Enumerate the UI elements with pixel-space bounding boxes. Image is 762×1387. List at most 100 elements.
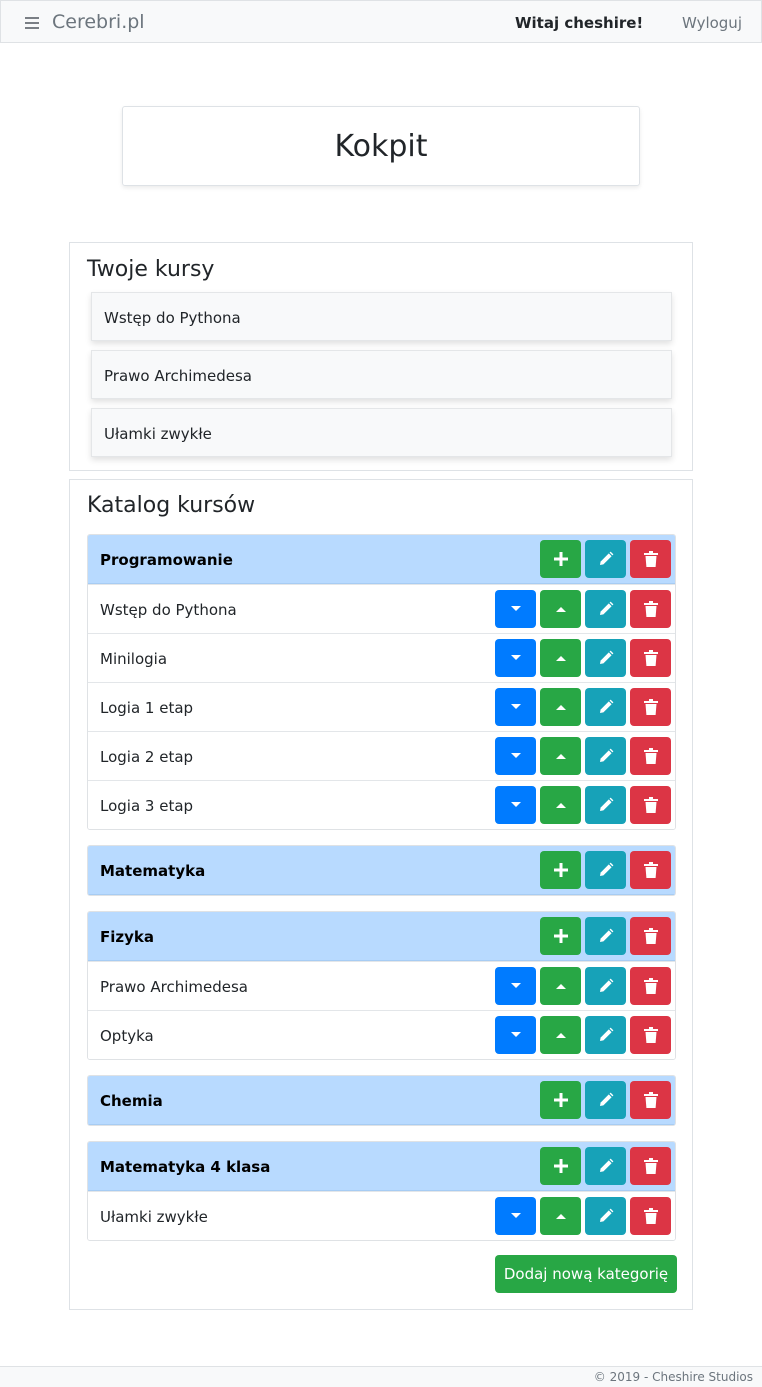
edit-course-button[interactable] bbox=[585, 1016, 626, 1054]
add-course-button[interactable] bbox=[540, 1081, 581, 1119]
course-row: Optyka bbox=[88, 1010, 675, 1059]
move-up-button[interactable] bbox=[540, 688, 581, 726]
edit-course-button[interactable] bbox=[585, 1197, 626, 1235]
course-actions bbox=[495, 737, 671, 775]
course-actions bbox=[495, 967, 671, 1005]
edit-course-button[interactable] bbox=[585, 639, 626, 677]
move-up-button[interactable] bbox=[540, 1016, 581, 1054]
course-name[interactable]: Logia 3 etap bbox=[100, 797, 193, 815]
delete-category-button[interactable] bbox=[630, 917, 671, 955]
edit-category-button[interactable] bbox=[585, 1147, 626, 1185]
course-name[interactable]: Logia 1 etap bbox=[100, 699, 193, 717]
caret-up-icon bbox=[555, 654, 567, 662]
my-course-item[interactable]: Ułamki zwykłe bbox=[91, 408, 672, 457]
edit-category-button[interactable] bbox=[585, 917, 626, 955]
category-actions bbox=[540, 917, 671, 955]
move-down-button[interactable] bbox=[495, 639, 536, 677]
brand-logo[interactable]: Cerebri.pl bbox=[52, 11, 145, 33]
course-row: Logia 2 etap bbox=[88, 731, 675, 780]
delete-category-button[interactable] bbox=[630, 1147, 671, 1185]
add-course-button[interactable] bbox=[540, 917, 581, 955]
caret-down-icon bbox=[510, 982, 522, 990]
edit-course-button[interactable] bbox=[585, 967, 626, 1005]
plus-icon bbox=[553, 552, 568, 566]
course-actions bbox=[495, 688, 671, 726]
delete-course-button[interactable] bbox=[630, 786, 671, 824]
add-category-button[interactable]: Dodaj nową kategorię bbox=[495, 1255, 677, 1293]
category-name: Chemia bbox=[100, 1092, 163, 1110]
edit-course-button[interactable] bbox=[585, 737, 626, 775]
trash-icon bbox=[643, 699, 658, 715]
course-name[interactable]: Optyka bbox=[100, 1027, 154, 1045]
course-name[interactable]: Ułamki zwykłe bbox=[100, 1208, 208, 1226]
edit-category-button[interactable] bbox=[585, 851, 626, 889]
caret-down-icon bbox=[510, 703, 522, 711]
trash-icon bbox=[643, 978, 658, 994]
delete-course-button[interactable] bbox=[630, 590, 671, 628]
delete-course-button[interactable] bbox=[630, 967, 671, 1005]
category-actions bbox=[540, 851, 671, 889]
course-row: Logia 3 etap bbox=[88, 780, 675, 829]
logout-link[interactable]: Wyloguj bbox=[682, 14, 742, 32]
move-up-button[interactable] bbox=[540, 737, 581, 775]
category-header: Fizyka bbox=[88, 912, 675, 961]
course-name[interactable]: Prawo Archimedesa bbox=[100, 978, 248, 996]
hamburger-menu-icon[interactable] bbox=[25, 17, 39, 29]
delete-course-button[interactable] bbox=[630, 737, 671, 775]
category-card: Matematyka 4 klasa Ułamki zwykłe bbox=[87, 1141, 676, 1241]
edit-category-button[interactable] bbox=[585, 540, 626, 578]
move-down-button[interactable] bbox=[495, 967, 536, 1005]
edit-course-button[interactable] bbox=[585, 590, 626, 628]
trash-icon bbox=[643, 1158, 658, 1174]
delete-category-button[interactable] bbox=[630, 851, 671, 889]
move-down-button[interactable] bbox=[495, 737, 536, 775]
add-course-button[interactable] bbox=[540, 540, 581, 578]
category-card: Chemia bbox=[87, 1075, 676, 1126]
pencil-icon bbox=[598, 1092, 614, 1108]
caret-down-icon bbox=[510, 1031, 522, 1039]
edit-category-button[interactable] bbox=[585, 1081, 626, 1119]
course-actions bbox=[495, 786, 671, 824]
move-down-button[interactable] bbox=[495, 590, 536, 628]
delete-course-button[interactable] bbox=[630, 639, 671, 677]
my-course-item[interactable]: Wstęp do Pythona bbox=[91, 292, 672, 341]
plus-icon bbox=[553, 929, 568, 943]
move-up-button[interactable] bbox=[540, 590, 581, 628]
add-course-button[interactable] bbox=[540, 851, 581, 889]
category-header: Matematyka 4 klasa bbox=[88, 1142, 675, 1191]
delete-category-button[interactable] bbox=[630, 1081, 671, 1119]
category-card: Fizyka Prawo Archimedesa Optyka bbox=[87, 911, 676, 1060]
category-card: Programowanie Wstęp do Pythona Minilogia Lo… bbox=[87, 534, 676, 830]
caret-down-icon bbox=[510, 605, 522, 613]
move-down-button[interactable] bbox=[495, 688, 536, 726]
caret-down-icon bbox=[510, 1212, 522, 1220]
caret-up-icon bbox=[555, 801, 567, 809]
course-name[interactable]: Wstęp do Pythona bbox=[100, 601, 237, 619]
course-actions bbox=[495, 1197, 671, 1235]
page-title: Kokpit bbox=[122, 106, 640, 186]
course-name[interactable]: Logia 2 etap bbox=[100, 748, 193, 766]
delete-category-button[interactable] bbox=[630, 540, 671, 578]
move-down-button[interactable] bbox=[495, 1016, 536, 1054]
delete-course-button[interactable] bbox=[630, 1197, 671, 1235]
delete-course-button[interactable] bbox=[630, 688, 671, 726]
caret-down-icon bbox=[510, 752, 522, 760]
caret-down-icon bbox=[510, 801, 522, 809]
move-up-button[interactable] bbox=[540, 967, 581, 1005]
add-course-button[interactable] bbox=[540, 1147, 581, 1185]
delete-course-button[interactable] bbox=[630, 1016, 671, 1054]
move-down-button[interactable] bbox=[495, 786, 536, 824]
move-up-button[interactable] bbox=[540, 786, 581, 824]
move-up-button[interactable] bbox=[540, 1197, 581, 1235]
edit-course-button[interactable] bbox=[585, 688, 626, 726]
category-actions bbox=[540, 1081, 671, 1119]
navbar: Cerebri.pl Witaj cheshire! Wyloguj bbox=[0, 0, 762, 43]
move-down-button[interactable] bbox=[495, 1197, 536, 1235]
category-name: Programowanie bbox=[100, 551, 233, 569]
course-name[interactable]: Minilogia bbox=[100, 650, 167, 668]
my-course-item[interactable]: Prawo Archimedesa bbox=[91, 350, 672, 399]
edit-course-button[interactable] bbox=[585, 786, 626, 824]
move-up-button[interactable] bbox=[540, 639, 581, 677]
pencil-icon bbox=[598, 1208, 614, 1224]
pencil-icon bbox=[598, 551, 614, 567]
